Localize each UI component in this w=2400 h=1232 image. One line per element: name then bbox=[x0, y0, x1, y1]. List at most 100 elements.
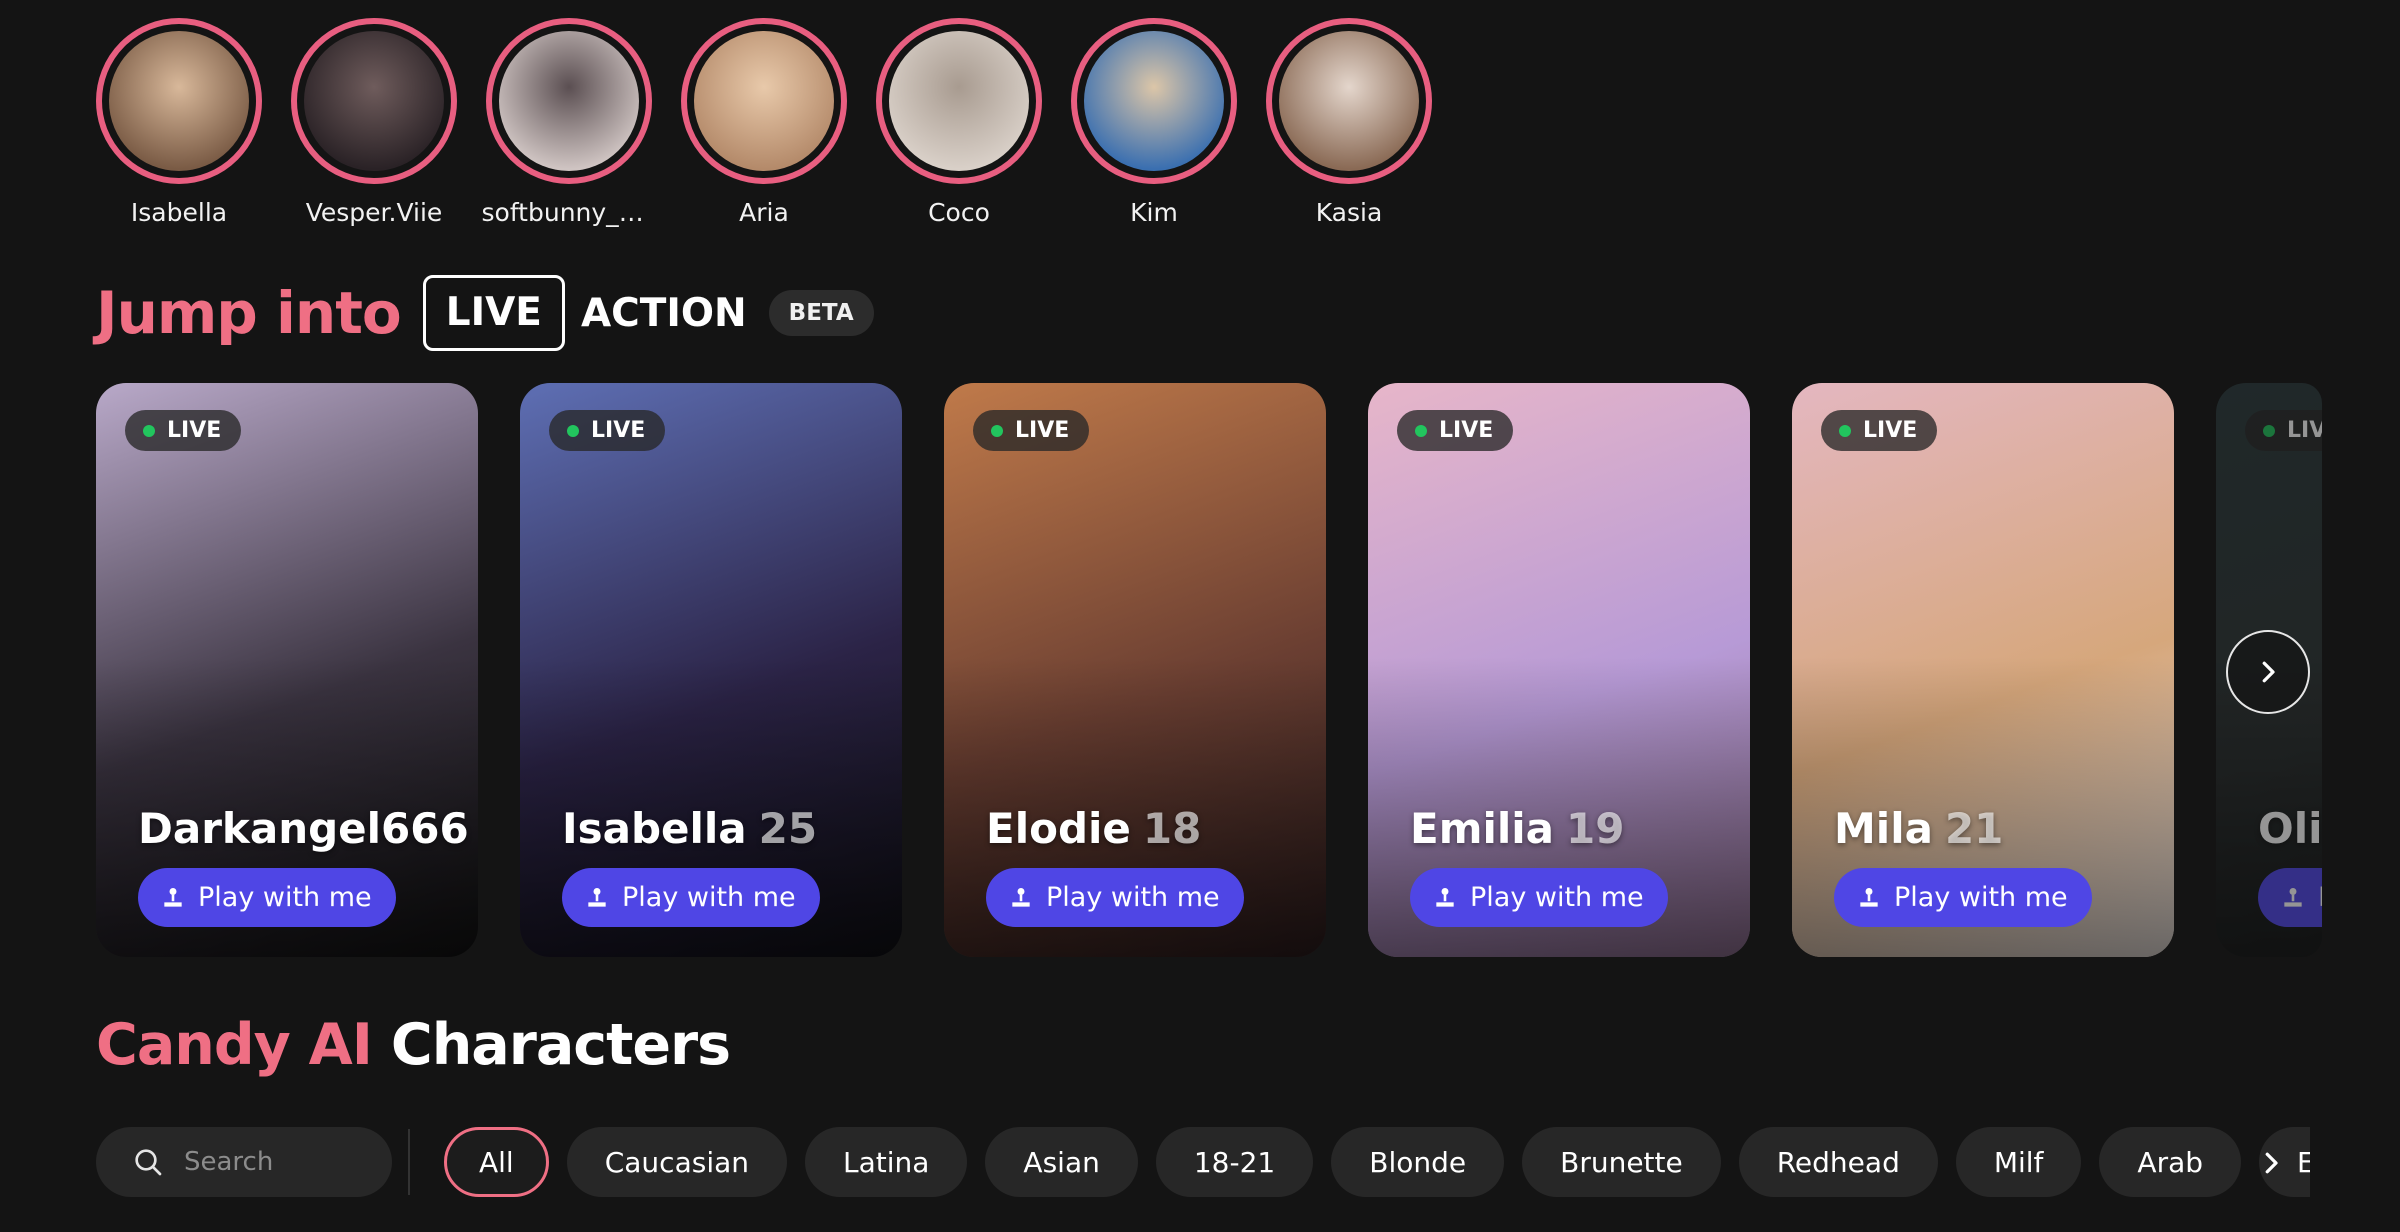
joystick-icon bbox=[584, 885, 610, 911]
filter-chip[interactable]: Caucasian bbox=[566, 1127, 787, 1197]
characters-title-text: Characters bbox=[390, 1012, 731, 1078]
card-age: 25 bbox=[758, 804, 818, 853]
live-badge: LIVE bbox=[125, 410, 242, 451]
card-name-text: Oli bbox=[2258, 804, 2322, 853]
play-with-me-button[interactable]: Play with me bbox=[562, 868, 820, 927]
live-badge: LIVE bbox=[973, 410, 1090, 451]
play-with-me-button[interactable]: Play with me bbox=[1410, 868, 1668, 927]
search-icon bbox=[135, 1149, 162, 1176]
filter-chip[interactable]: All bbox=[444, 1127, 549, 1197]
story-item[interactable]: Kasia bbox=[1266, 18, 1432, 227]
story-item[interactable]: Coco bbox=[876, 18, 1042, 227]
story-item[interactable]: softbunny_x... bbox=[482, 18, 657, 227]
carousel-next-button[interactable] bbox=[2226, 630, 2310, 714]
story-name: Kim bbox=[1130, 198, 1178, 227]
avatar bbox=[889, 31, 1029, 171]
live-badge-label: LIVE bbox=[167, 418, 222, 443]
filter-chip[interactable]: Milf bbox=[1955, 1127, 2082, 1197]
live-card[interactable]: LIVE Emilia 19 Play with me bbox=[1368, 383, 1750, 957]
story-ring bbox=[1266, 18, 1432, 184]
card-name-text: Emilia bbox=[1410, 804, 1554, 853]
search-input[interactable]: Search bbox=[96, 1127, 392, 1197]
avatar bbox=[499, 31, 639, 171]
live-card[interactable]: LIVE Darkangel666 Play with me bbox=[96, 383, 478, 957]
live-dot-icon bbox=[991, 424, 1003, 437]
jump-into-title: Jump into bbox=[96, 279, 402, 347]
live-badge: LIVE bbox=[1821, 410, 1938, 451]
live-card[interactable]: LIVE Isabella 25 Play with me bbox=[520, 383, 902, 957]
chevron-right-icon bbox=[2262, 661, 2275, 683]
story-ring bbox=[291, 18, 457, 184]
avatar bbox=[1084, 31, 1224, 171]
action-label: ACTION bbox=[580, 290, 747, 336]
play-button-label: Play with me bbox=[198, 882, 372, 913]
jump-into-header: Jump into LIVE ACTION BETA bbox=[96, 275, 874, 351]
filter-chip[interactable]: Redhead bbox=[1738, 1127, 1938, 1197]
card-age: 21 bbox=[1944, 804, 2004, 853]
live-dot-icon bbox=[143, 424, 155, 437]
filter-chip[interactable]: Brunette bbox=[1522, 1127, 1721, 1197]
story-item[interactable]: Kim bbox=[1071, 18, 1237, 227]
card-age: 18 bbox=[1142, 804, 1202, 853]
live-dot-icon bbox=[1415, 424, 1427, 437]
live-badge-label: LIVE bbox=[591, 418, 646, 443]
live-cards-carousel: LIVE Darkangel666 Play with me LIVE Isabella… bbox=[96, 383, 2322, 957]
card-name-text: Darkangel666 bbox=[138, 804, 469, 853]
card-name-text: Elodie bbox=[986, 804, 1131, 853]
chevron-right-icon bbox=[2265, 1152, 2278, 1174]
live-card[interactable]: LIVE Elodie 18 Play with me bbox=[944, 383, 1326, 957]
live-badge: LIVE bbox=[2245, 410, 2322, 451]
card-age: 19 bbox=[1566, 804, 1625, 853]
joystick-icon bbox=[2280, 885, 2306, 911]
play-with-me-button[interactable]: Play with me bbox=[986, 868, 1244, 927]
filter-chip[interactable]: Arab bbox=[2099, 1127, 2242, 1197]
card-name: Darkangel666 bbox=[138, 804, 469, 853]
story-item[interactable]: Isabella bbox=[96, 18, 262, 227]
live-card[interactable]: LIVE Mila 21 Play with me bbox=[1792, 383, 2174, 957]
joystick-icon bbox=[1008, 885, 1034, 911]
story-name: Aria bbox=[739, 198, 789, 227]
stories-row: Isabella Vesper.Viie softbunny_x... Aria Coc… bbox=[96, 18, 1432, 227]
story-ring bbox=[681, 18, 847, 184]
play-button-label: Play with me bbox=[1046, 882, 1220, 913]
story-name: Vesper.Viie bbox=[305, 198, 443, 227]
story-ring bbox=[96, 18, 262, 184]
card-name: Oli bbox=[2258, 804, 2322, 853]
live-dot-icon bbox=[567, 424, 579, 437]
play-with-me-button[interactable]: Play with me bbox=[138, 868, 396, 927]
play-button-label: Play with me bbox=[2318, 882, 2322, 913]
play-with-me-button[interactable]: Play with me bbox=[2258, 868, 2322, 927]
card-name: Elodie 18 bbox=[986, 804, 1201, 853]
filter-chip[interactable]: Blonde bbox=[1331, 1127, 1505, 1197]
story-item[interactable]: Aria bbox=[681, 18, 847, 227]
avatar bbox=[304, 31, 444, 171]
live-badge-label: LIVE bbox=[1863, 418, 1918, 443]
live-dot-icon bbox=[2263, 424, 2275, 437]
card-name: Emilia 19 bbox=[1410, 804, 1624, 853]
filter-chip[interactable]: 18-21 bbox=[1155, 1127, 1314, 1197]
story-ring bbox=[1071, 18, 1237, 184]
play-button-label: Play with me bbox=[1470, 882, 1644, 913]
live-badge: LIVE bbox=[1397, 410, 1514, 451]
card-name: Isabella 25 bbox=[562, 804, 817, 853]
search-placeholder: Search bbox=[184, 1147, 274, 1177]
filters-next-button[interactable] bbox=[2248, 1140, 2294, 1186]
live-badge: LIVE bbox=[549, 410, 666, 451]
avatar bbox=[1279, 31, 1419, 171]
filter-chip[interactable]: Latina bbox=[805, 1127, 968, 1197]
story-item[interactable]: Vesper.Viie bbox=[291, 18, 457, 227]
story-name: Kasia bbox=[1315, 198, 1383, 227]
card-name-text: Isabella bbox=[562, 804, 747, 853]
story-name: Isabella bbox=[130, 198, 228, 227]
live-badge-label: LIVE bbox=[1015, 418, 1070, 443]
play-button-label: Play with me bbox=[1894, 882, 2068, 913]
play-button-label: Play with me bbox=[622, 882, 796, 913]
live-label: LIVE bbox=[422, 275, 565, 351]
filter-chip[interactable]: Asian bbox=[985, 1127, 1138, 1197]
live-badge-label: LIVE bbox=[1439, 418, 1494, 443]
live-badge-label: LIVE bbox=[2287, 418, 2322, 443]
avatar bbox=[109, 31, 249, 171]
story-ring bbox=[486, 18, 652, 184]
card-name-text: Mila bbox=[1834, 804, 1933, 853]
play-with-me-button[interactable]: Play with me bbox=[1834, 868, 2092, 927]
